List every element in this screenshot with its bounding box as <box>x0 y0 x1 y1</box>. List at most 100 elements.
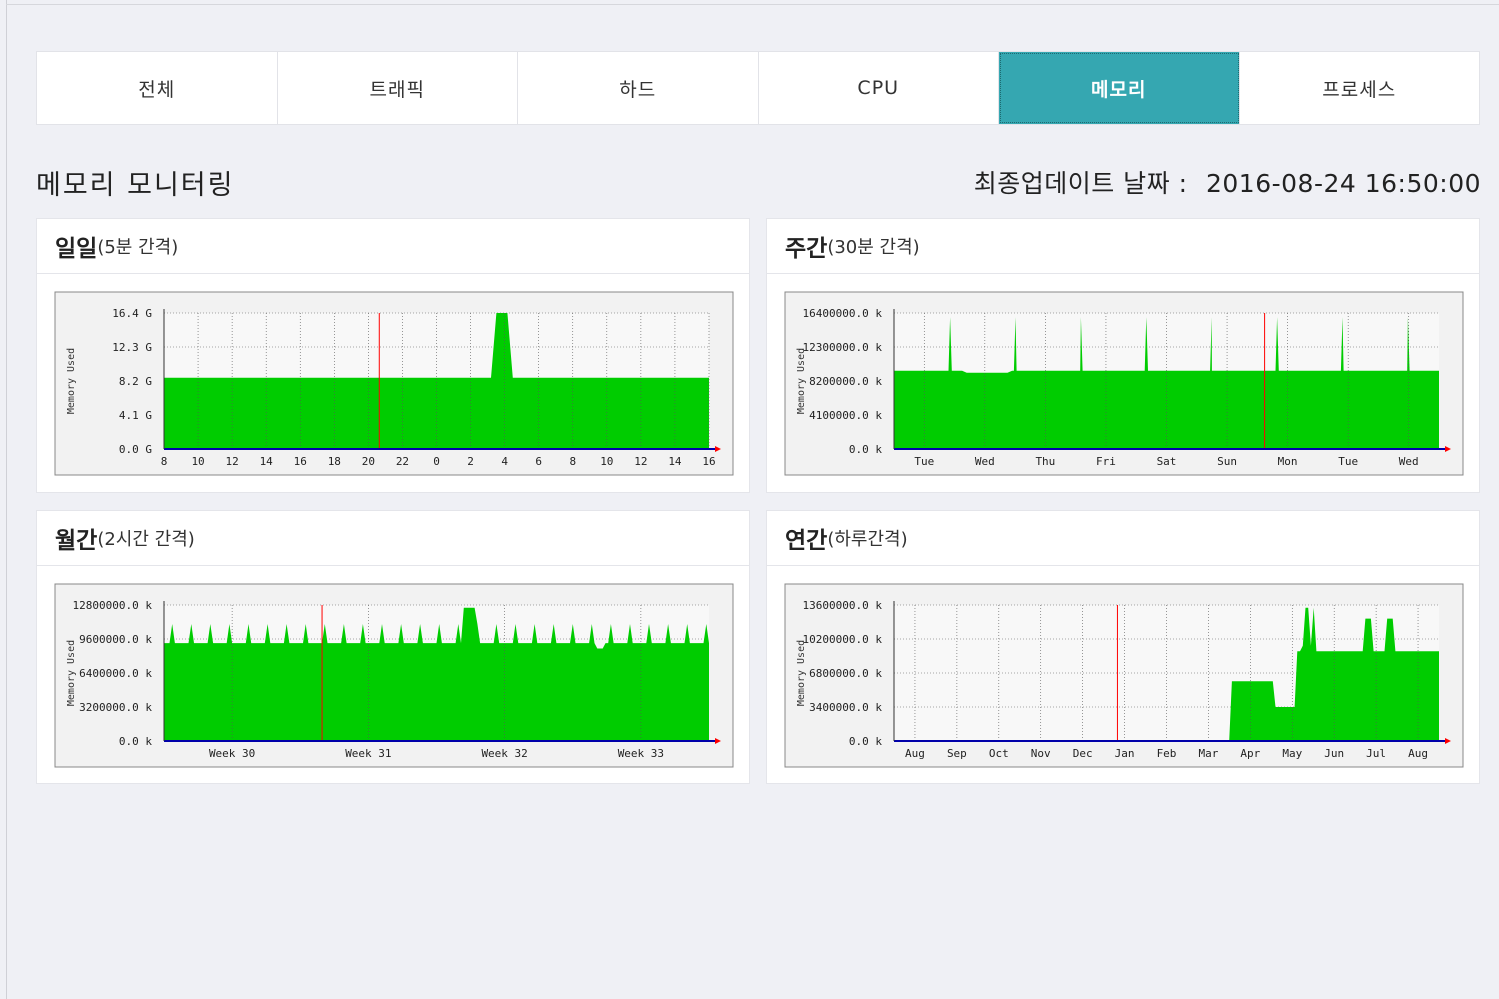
frame-border-top <box>6 4 1499 5</box>
graph-weekly: Memory Used 16400000.0 k 12300000.0 k 82000… <box>784 291 1464 476</box>
x-tick-label: Tue <box>1338 455 1358 468</box>
y-tick-label: 0.0 G <box>119 443 152 456</box>
x-tick-label: Jun <box>1324 747 1344 760</box>
x-tick-label: Wed <box>1399 455 1419 468</box>
y-axis-label: Memory Used <box>796 348 807 414</box>
x-tick-label: 22 <box>396 455 409 468</box>
x-tick-label: Oct <box>989 747 1009 760</box>
x-tick-label: 4 <box>501 455 508 468</box>
x-tick-label: Aug <box>1408 747 1428 760</box>
panel-weekly: 주간 (30분 간격) Memory Used 16400000.0 k 123000… <box>766 218 1480 493</box>
y-tick-label: 0.0 k <box>119 735 152 748</box>
last-update-value: 2016-08-24 16:50:00 <box>1205 169 1481 198</box>
tab-all[interactable]: 전체 <box>37 52 278 124</box>
y-tick-label: 13600000.0 k <box>803 599 883 612</box>
y-axis-label: Memory Used <box>796 640 807 706</box>
x-tick-label: Sun <box>1217 455 1237 468</box>
y-axis-label: Memory Used <box>66 348 77 414</box>
x-tick-label: Nov <box>1031 747 1051 760</box>
y-tick-label: 6400000.0 k <box>79 667 152 680</box>
x-tick-label: Fri <box>1096 455 1116 468</box>
x-tick-label: 12 <box>226 455 239 468</box>
x-tick-label: May <box>1282 747 1302 760</box>
y-tick-label: 4.1 G <box>119 409 152 422</box>
panel-monthly: 월간 (2시간 간격) Memory Used 12800000.0 k 960000… <box>36 510 750 784</box>
x-tick-label: Dec <box>1073 747 1093 760</box>
y-tick-label: 0.0 k <box>849 443 882 456</box>
x-tick-label: Week 33 <box>618 747 664 760</box>
x-tick-label: 18 <box>328 455 341 468</box>
x-tick-label: Jul <box>1366 747 1386 760</box>
tab-traffic[interactable]: 트래픽 <box>278 52 518 124</box>
x-tick-label: 12 <box>634 455 647 468</box>
y-tick-label: 12800000.0 k <box>73 599 153 612</box>
y-tick-label: 16400000.0 k <box>803 307 883 320</box>
x-tick-label: Sep <box>947 747 967 760</box>
graph-daily: Memory Used 16.4 G 12.3 G 8.2 G 4.1 G 0.0 G 8 1… <box>54 291 734 476</box>
y-tick-label: 8.2 G <box>119 375 152 388</box>
tab-cpu[interactable]: CPU <box>759 52 999 124</box>
y-tick-label: 12.3 G <box>112 341 152 354</box>
tab-process[interactable]: 프로세스 <box>1240 52 1480 124</box>
x-tick-label: Apr <box>1240 747 1260 760</box>
frame-border-left <box>6 0 7 999</box>
y-tick-label: 16.4 G <box>112 307 152 320</box>
x-tick-label: 2 <box>467 455 474 468</box>
x-tick-label: 6 <box>535 455 542 468</box>
y-tick-label: 3400000.0 k <box>809 701 882 714</box>
panel-header: 일일 (5분 간격) <box>37 219 749 274</box>
x-tick-label: Tue <box>914 455 934 468</box>
x-tick-label: Feb <box>1157 747 1177 760</box>
page-title: 메모리 모니터링 <box>36 170 235 201</box>
panel-subtitle: (2시간 간격) <box>97 529 195 550</box>
x-tick-label: Mar <box>1198 747 1218 760</box>
panel-header: 연간 (하루간격) <box>767 511 1479 566</box>
x-tick-label: 16 <box>702 455 715 468</box>
x-tick-label: 10 <box>191 455 204 468</box>
y-tick-label: 9600000.0 k <box>79 633 152 646</box>
x-tick-label: 14 <box>668 455 682 468</box>
x-tick-label: Mon <box>1278 455 1298 468</box>
x-tick-label: 8 <box>161 455 168 468</box>
tab-memory[interactable]: 메모리 <box>999 52 1240 124</box>
tab-disk[interactable]: 하드 <box>518 52 759 124</box>
x-tick-label: 14 <box>260 455 274 468</box>
y-tick-label: 12300000.0 k <box>803 341 883 354</box>
x-tick-label: Sat <box>1157 455 1177 468</box>
y-axis-label: Memory Used <box>66 640 77 706</box>
x-tick-label: Aug <box>905 747 925 760</box>
x-tick-label: Jan <box>1115 747 1135 760</box>
panel-header: 월간 (2시간 간격) <box>37 511 749 566</box>
panel-title: 연간 <box>785 528 828 554</box>
panel-subtitle: (5분 간격) <box>97 237 179 258</box>
graph-yearly: Memory Used 13600000.0 k 10200000.0 k 68000… <box>784 583 1464 768</box>
panel-subtitle: (하루간격) <box>827 529 908 550</box>
y-tick-label: 3200000.0 k <box>79 701 152 714</box>
x-tick-label: Wed <box>975 455 995 468</box>
y-tick-label: 4100000.0 k <box>809 409 882 422</box>
x-tick-label: Week 32 <box>481 747 527 760</box>
panel-subtitle: (30분 간격) <box>827 237 920 258</box>
panel-daily: 일일 (5분 간격) Memory Used 16.4 G 12.3 G 8.2 G 4.… <box>36 218 750 493</box>
x-tick-label: 10 <box>600 455 613 468</box>
last-update: 최종업데이트 날짜 : 2016-08-24 16:50:00 <box>974 164 1481 200</box>
panel-header: 주간 (30분 간격) <box>767 219 1479 274</box>
y-tick-label: 6800000.0 k <box>809 667 882 680</box>
panel-title: 일일 <box>55 236 98 262</box>
x-tick-label: 0 <box>433 455 440 468</box>
panel-title: 월간 <box>55 528 98 554</box>
y-tick-label: 0.0 k <box>849 735 882 748</box>
y-tick-label: 8200000.0 k <box>809 375 882 388</box>
last-update-label: 최종업데이트 날짜 : <box>973 169 1188 198</box>
x-tick-label: Week 30 <box>209 747 255 760</box>
x-tick-label: 20 <box>362 455 375 468</box>
panel-yearly: 연간 (하루간격) Memory Used 13600000.0 k 10200000… <box>766 510 1480 784</box>
x-tick-label: Thu <box>1035 455 1055 468</box>
y-tick-label: 10200000.0 k <box>803 633 883 646</box>
graph-monthly: Memory Used 12800000.0 k 9600000.0 k 640000… <box>54 583 734 768</box>
panel-title: 주간 <box>785 236 828 262</box>
x-tick-label: 8 <box>569 455 576 468</box>
x-tick-label: Week 31 <box>345 747 391 760</box>
tab-bar: 전체 트래픽 하드 CPU 메모리 프로세스 <box>36 51 1480 125</box>
x-tick-label: 16 <box>294 455 307 468</box>
